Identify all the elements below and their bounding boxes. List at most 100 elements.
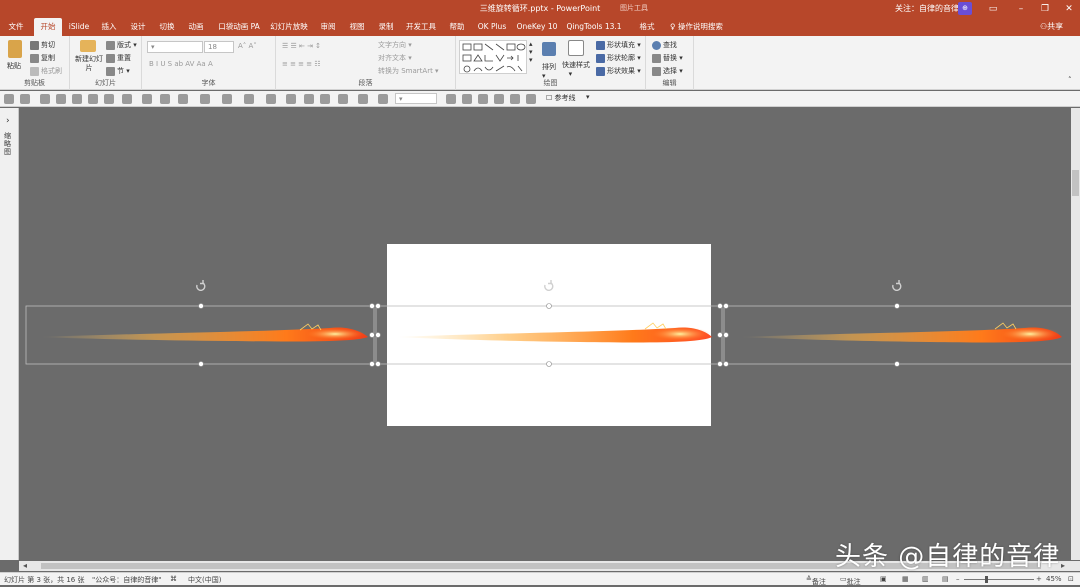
close-icon[interactable]: ✕ bbox=[1062, 2, 1076, 16]
align-icon[interactable] bbox=[122, 94, 132, 104]
font-style-buttons[interactable]: B I U S ab AV Aa A bbox=[149, 60, 213, 68]
new-slide-icon[interactable] bbox=[80, 40, 96, 52]
tool-icon[interactable] bbox=[494, 94, 504, 104]
shape-effects-button[interactable]: 形状效果 ▾ bbox=[596, 66, 641, 76]
tab-slideshow[interactable]: 幻灯片放映 bbox=[268, 18, 310, 36]
find-button[interactable]: 查找 bbox=[652, 40, 677, 50]
tab-pocket-animation[interactable]: 口袋动画 PA bbox=[214, 18, 264, 36]
tab-transitions[interactable]: 切换 bbox=[154, 18, 180, 36]
shape-outline-button[interactable]: 形状轮廓 ▾ bbox=[596, 53, 641, 63]
tool-icon[interactable] bbox=[446, 94, 456, 104]
language-label[interactable]: 中文(中国) bbox=[188, 575, 221, 585]
text-direction-button[interactable]: 文字方向 ▾ bbox=[378, 40, 412, 50]
reading-view-icon[interactable]: ▥ bbox=[922, 575, 929, 583]
save-icon[interactable] bbox=[4, 94, 14, 104]
account-name[interactable]: 关注：自律的音律 bbox=[895, 3, 959, 14]
shape-fill-button[interactable]: 形状填充 ▾ bbox=[596, 40, 641, 50]
minimize-icon[interactable]: – bbox=[1014, 2, 1028, 16]
font-size-select[interactable]: 18 bbox=[204, 41, 234, 53]
cut-button[interactable]: 剪切 bbox=[30, 40, 55, 50]
rotate-icon[interactable] bbox=[178, 94, 188, 104]
tab-okplus[interactable]: OK Plus bbox=[474, 18, 510, 36]
accessibility-icon[interactable]: ⌘ bbox=[170, 575, 177, 583]
tab-developer[interactable]: 开发工具 bbox=[403, 18, 439, 36]
outline-icon[interactable] bbox=[358, 94, 368, 104]
tool-icon[interactable] bbox=[462, 94, 472, 104]
guides-checkbox[interactable]: ☐ 参考线 bbox=[546, 93, 576, 103]
vertical-scroll-thumb[interactable] bbox=[1072, 170, 1079, 196]
tool-icon[interactable] bbox=[320, 94, 330, 104]
tool-icon[interactable] bbox=[304, 94, 314, 104]
qat-combo[interactable]: ▾ bbox=[395, 93, 437, 104]
distribute-icon[interactable] bbox=[160, 94, 170, 104]
collapse-ribbon-icon[interactable]: ˄ bbox=[1068, 76, 1072, 84]
tab-animations[interactable]: 动画 bbox=[183, 18, 209, 36]
slideshow-view-icon[interactable]: ▤ bbox=[942, 575, 949, 583]
tool-icon[interactable] bbox=[286, 94, 296, 104]
tab-file[interactable]: 文件 bbox=[4, 18, 28, 36]
list-buttons[interactable]: ☰ ☰ ⇤ ⇥ ↕ bbox=[282, 42, 321, 50]
fill-icon[interactable] bbox=[338, 94, 348, 104]
tool-icon[interactable] bbox=[72, 94, 82, 104]
zoom-in-icon[interactable]: + bbox=[1036, 575, 1042, 583]
zoom-slider-thumb[interactable] bbox=[985, 576, 988, 583]
tab-home[interactable]: 开始 bbox=[34, 18, 62, 36]
tab-record[interactable]: 录制 bbox=[373, 18, 399, 36]
tab-onekey[interactable]: OneKey 10 bbox=[515, 18, 559, 36]
quick-styles-button[interactable]: 快速样式 ▾ bbox=[562, 60, 590, 78]
shape-gallery[interactable] bbox=[459, 40, 527, 74]
tool-icon[interactable] bbox=[510, 94, 520, 104]
notes-button[interactable]: ≙ 备注 bbox=[806, 575, 826, 586]
tell-me-search[interactable]: ♀ 操作说明搜索 bbox=[670, 18, 750, 36]
avatar[interactable]: ⊕ bbox=[958, 2, 972, 15]
tab-format[interactable]: 格式 bbox=[634, 18, 660, 36]
slide-sorter-icon[interactable]: ▦ bbox=[902, 575, 909, 583]
align-icon[interactable] bbox=[142, 94, 152, 104]
ribbon-display-options-icon[interactable]: ▭ bbox=[986, 2, 1000, 16]
customize-qat-icon[interactable]: ▾ bbox=[586, 93, 590, 101]
tab-view[interactable]: 视图 bbox=[344, 18, 370, 36]
align-text-button[interactable]: 对齐文本 ▾ bbox=[378, 53, 412, 63]
gallery-scroll[interactable]: ▴ ▾ ▾ bbox=[529, 40, 533, 64]
chevron-right-icon[interactable]: › bbox=[6, 116, 10, 126]
select-button[interactable]: 选择 ▾ bbox=[652, 66, 683, 76]
zoom-level[interactable]: 45% bbox=[1046, 575, 1062, 583]
zoom-slider[interactable] bbox=[964, 579, 1034, 580]
tool-icon[interactable] bbox=[478, 94, 488, 104]
tool-icon[interactable] bbox=[200, 94, 210, 104]
flame-image-1[interactable] bbox=[40, 323, 368, 342]
font-family-select[interactable]: ▾ bbox=[147, 41, 203, 53]
tool-icon[interactable] bbox=[104, 94, 114, 104]
font-color-icon[interactable] bbox=[378, 94, 388, 104]
tab-qingtools[interactable]: QingTools 13.1 bbox=[565, 18, 623, 36]
copy-button[interactable]: 复制 bbox=[30, 53, 55, 63]
layout-button[interactable]: 版式 ▾ bbox=[106, 40, 137, 50]
restore-icon[interactable]: ❐ bbox=[1038, 2, 1052, 16]
undo-icon[interactable] bbox=[20, 94, 30, 104]
start-slideshow-icon[interactable] bbox=[56, 94, 66, 104]
flame-image-3[interactable] bbox=[740, 322, 1062, 343]
fit-slide-icon[interactable]: ⊡ bbox=[1068, 575, 1074, 583]
thumbnail-label[interactable]: 缩略图 bbox=[4, 132, 14, 156]
tool-icon[interactable] bbox=[266, 94, 276, 104]
scroll-right-icon[interactable]: ▸ bbox=[1061, 561, 1065, 570]
replace-button[interactable]: 替换 ▾ bbox=[652, 53, 683, 63]
redo-icon[interactable] bbox=[40, 94, 50, 104]
tab-help[interactable]: 帮助 bbox=[444, 18, 470, 36]
paste-icon[interactable] bbox=[8, 40, 22, 58]
new-slide-button[interactable]: 新建幻灯片 bbox=[74, 55, 104, 73]
quick-styles-icon[interactable] bbox=[568, 40, 584, 56]
comments-button[interactable]: ▭ 批注 bbox=[840, 575, 861, 586]
vertical-scrollbar[interactable] bbox=[1071, 108, 1080, 560]
crop-icon[interactable] bbox=[244, 94, 254, 104]
grow-font-button[interactable]: A˄ A˅ bbox=[238, 42, 257, 50]
tab-insert[interactable]: 插入 bbox=[96, 18, 122, 36]
tab-review[interactable]: 审阅 bbox=[315, 18, 341, 36]
share-button[interactable]: ⚇共享 bbox=[1040, 18, 1063, 36]
paste-button[interactable]: 粘贴 bbox=[7, 61, 21, 71]
normal-view-icon[interactable]: ▣ bbox=[880, 575, 887, 583]
reset-button[interactable]: 重置 bbox=[106, 53, 131, 63]
align-buttons[interactable]: ≡ ≡ ≡ ≡ ☷ bbox=[282, 60, 321, 68]
tool-icon[interactable] bbox=[526, 94, 536, 104]
tool-icon[interactable] bbox=[222, 94, 232, 104]
